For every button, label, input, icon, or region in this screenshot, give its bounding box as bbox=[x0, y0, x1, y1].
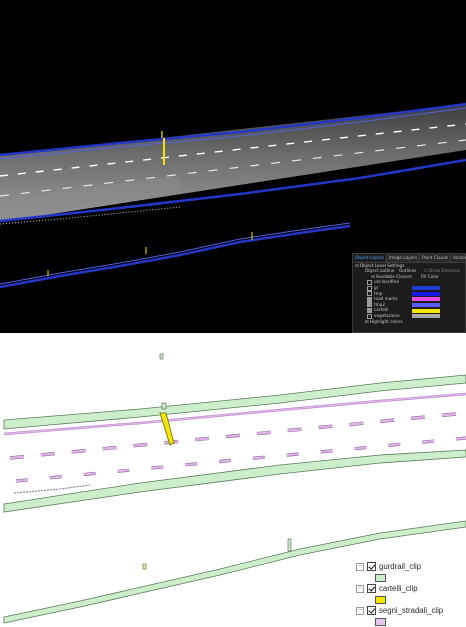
legend-item-cartelli-clip[interactable]: − cartelli_clip bbox=[356, 583, 418, 594]
legend-label: segni_stradali_clip bbox=[379, 606, 444, 615]
draw-direction-checkbox[interactable]: ☐ Draw Direction bbox=[424, 269, 460, 273]
tab-point-clouds[interactable]: Point Clouds bbox=[420, 254, 452, 262]
far-sign-marker bbox=[142, 563, 147, 570]
class-color-swatch[interactable] bbox=[412, 286, 440, 291]
legend-label: cartelli_clip bbox=[379, 584, 418, 593]
panel-tabs: Object Layers Image Layers Point Clouds … bbox=[353, 254, 466, 263]
stray-point bbox=[159, 353, 164, 360]
layer-visibility-checkbox[interactable] bbox=[367, 606, 376, 615]
class-color-swatch[interactable] bbox=[412, 314, 440, 319]
class-checkbox[interactable] bbox=[367, 291, 372, 297]
tab-object-layers[interactable]: Object Layers bbox=[353, 254, 387, 262]
class-color-swatch[interactable] bbox=[412, 308, 440, 313]
class-checkbox[interactable] bbox=[367, 296, 372, 302]
legend-item-segni-stradali-clip[interactable]: − segni_stradali_clip bbox=[356, 605, 443, 616]
legend-label: gurdrail_clip bbox=[379, 562, 422, 571]
legend-swatch-guardrail bbox=[375, 574, 386, 582]
sign-top-marker bbox=[161, 402, 167, 410]
collapse-icon[interactable]: − bbox=[356, 606, 364, 615]
tab-image-layers[interactable]: Image Layers bbox=[387, 254, 421, 262]
layer-visibility-checkbox[interactable] bbox=[367, 562, 376, 571]
collapse-icon[interactable]: − bbox=[356, 562, 364, 571]
class-checkbox[interactable] bbox=[367, 308, 372, 314]
guardrail-polygon-upper bbox=[3, 374, 466, 430]
class-color-swatch[interactable] bbox=[412, 302, 440, 307]
legend-swatch-cartelli bbox=[375, 596, 386, 604]
object-layers-panel: Object Layers Image Layers Point Clouds … bbox=[352, 253, 466, 333]
class-checkbox[interactable] bbox=[367, 280, 372, 286]
highlight-colors-item[interactable]: ⊞ Highlight colors bbox=[353, 319, 465, 325]
far-post-marker bbox=[287, 538, 292, 552]
object-outline-select[interactable]: Outlines bbox=[399, 269, 424, 273]
class-color-swatch[interactable] bbox=[412, 291, 440, 296]
tab-vector-layers[interactable]: Vector Layers bbox=[451, 254, 466, 262]
far-guardrail bbox=[0, 224, 351, 289]
sign-polygon-yellow bbox=[159, 412, 175, 446]
class-color-swatch[interactable] bbox=[412, 297, 440, 302]
legend-swatch-segni-stradali bbox=[375, 618, 386, 626]
point-cloud-viewport[interactable]: Object Layers Image Layers Point Clouds … bbox=[0, 0, 466, 333]
collapse-icon[interactable]: − bbox=[356, 584, 364, 593]
class-checkbox[interactable] bbox=[367, 285, 372, 291]
layer-visibility-checkbox[interactable] bbox=[367, 584, 376, 593]
guardrail-polygon-lower bbox=[3, 449, 466, 513]
gravel-edge-line bbox=[13, 484, 91, 494]
legend-item-gurdrail-clip[interactable]: − gurdrail_clip bbox=[356, 561, 421, 572]
layer-legend: − gurdrail_clip − cartelli_clip − segni_… bbox=[356, 557, 466, 627]
class-checkbox[interactable] bbox=[367, 313, 372, 319]
class-checkbox[interactable] bbox=[367, 302, 372, 308]
